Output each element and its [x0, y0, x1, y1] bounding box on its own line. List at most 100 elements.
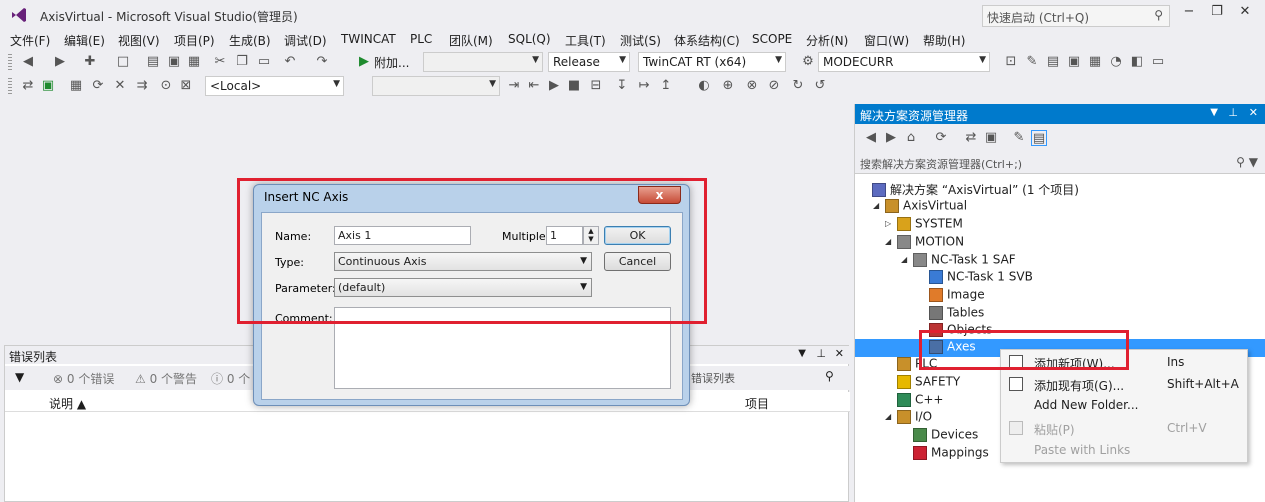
connect-icon[interactable]: ⇄ [20, 78, 36, 94]
cycle-back-icon[interactable]: ↺ [812, 78, 828, 94]
step-out-icon[interactable]: ↥ [658, 78, 674, 94]
target-system-combo[interactable]: MODECURR ▼ [818, 52, 990, 72]
toolbar-grip[interactable] [8, 78, 12, 94]
force-values-icon[interactable]: ⊗ [744, 78, 760, 94]
tree-item-task[interactable]: ◢ NC-Task 1 SAF [901, 252, 1016, 270]
console-icon[interactable]: ▭ [1150, 54, 1166, 70]
menu-file[interactable]: 文件(F) [10, 32, 50, 49]
configuration-combo[interactable]: Release ▼ [548, 52, 630, 72]
activate-config-icon[interactable]: ⊡ [1003, 54, 1019, 70]
scan-icon[interactable]: ▦ [1087, 54, 1103, 70]
expander-icon[interactable]: ▷ [885, 219, 897, 228]
copy-icon[interactable]: ❐ [234, 54, 250, 70]
refresh-icon[interactable]: ⟳ [90, 78, 106, 94]
tree-item-cpp[interactable]: C++ [885, 392, 944, 410]
step-over-icon[interactable]: ↦ [636, 78, 652, 94]
tree-item-io[interactable]: ◢ I/O [885, 409, 932, 427]
toolbar-grip[interactable] [8, 54, 12, 70]
tree-item-svb[interactable]: NC-Task 1 SVB [917, 269, 1033, 287]
refresh-icon[interactable]: ⇄ [963, 130, 979, 146]
reset-plc-icon[interactable]: ⊟ [588, 78, 604, 94]
attach-target-combo[interactable]: ▼ [423, 52, 543, 72]
properties-icon[interactable]: ✎ [1011, 130, 1027, 146]
menu-view[interactable]: 视图(V) [118, 32, 160, 49]
menu-team[interactable]: 团队(M) [449, 32, 493, 49]
local-target-combo[interactable]: <Local> ▼ [205, 76, 344, 96]
preview-icon[interactable]: ▤ [1031, 130, 1047, 146]
back-icon[interactable]: ◀ [863, 130, 879, 146]
flow-control-icon[interactable]: ◐ [696, 78, 712, 94]
pin-icon[interactable]: ⊥ [816, 347, 826, 360]
attach-label[interactable]: 附加... [374, 54, 409, 71]
new-project-icon[interactable]: ✚ [82, 54, 98, 70]
login-icon[interactable]: ▦ [68, 78, 84, 94]
error-list-search-input[interactable]: 错误列表 [691, 370, 735, 386]
column-project[interactable]: 项目 [745, 395, 769, 412]
expander-icon[interactable]: ◢ [885, 237, 897, 246]
context-menu-item[interactable]: 添加现有项(G)... Shift+Alt+A [1001, 374, 1247, 395]
run-mode-icon[interactable]: ▣ [1066, 54, 1082, 70]
menu-scope[interactable]: SCOPE [752, 32, 792, 46]
solution-explorer-search-input[interactable]: 搜索解决方案资源管理器(Ctrl+;) ⚲ ▼ [855, 152, 1265, 174]
logout-plc-icon[interactable]: ⇤ [526, 78, 542, 94]
write-values-icon[interactable]: ⊕ [720, 78, 736, 94]
menu-twincat[interactable]: TWINCAT [341, 32, 396, 46]
expander-icon[interactable]: ◢ [901, 255, 913, 264]
step-icon[interactable]: ⇉ [134, 78, 150, 94]
open-icon[interactable]: ▤ [145, 54, 161, 70]
format-icon[interactable]: ⊠ [178, 78, 194, 94]
filter-icon[interactable]: ▼ [15, 370, 24, 384]
tree-item-motion[interactable]: ◢ MOTION [885, 234, 964, 252]
platform-combo[interactable]: TwinCAT RT (x64) ▼ [638, 52, 786, 72]
collapse-all-icon[interactable]: ▣ [983, 130, 999, 146]
minimize-button[interactable]: − [1177, 4, 1201, 24]
expander-icon[interactable]: ◢ [873, 201, 885, 210]
menu-edit[interactable]: 编辑(E) [64, 32, 105, 49]
step-into-icon[interactable]: ↧ [614, 78, 630, 94]
menu-debug[interactable]: 调试(D) [284, 32, 327, 49]
tree-item-mappings[interactable]: Mappings [901, 445, 989, 463]
undo-icon[interactable]: ↶ [282, 54, 298, 70]
warning-filter-button[interactable]: ⚠ 0 个警告 [135, 370, 197, 387]
toggle-icon[interactable]: ◧ [1129, 54, 1145, 70]
save-all-icon[interactable]: ▦ [186, 54, 202, 70]
cycle-icon[interactable]: ↻ [790, 78, 806, 94]
context-menu-item[interactable]: Paste with Links [1001, 440, 1247, 461]
error-filter-button[interactable]: ⊗ 0 个错误 [53, 370, 114, 387]
start-icon[interactable]: ▶ [356, 54, 372, 70]
menu-window[interactable]: 窗口(W) [864, 32, 909, 49]
tree-item-solution[interactable]: 解决方案 “AxisVirtual” (1 个项目) [860, 181, 1079, 199]
sync-icon[interactable]: ⟳ [933, 130, 949, 146]
dropdown-icon[interactable]: ▼ [1210, 107, 1218, 118]
menu-architecture[interactable]: 体系结构(C) [674, 32, 740, 49]
restore-button[interactable]: ❐ [1205, 4, 1229, 24]
close-button[interactable]: ✕ [1233, 4, 1257, 24]
tree-item-devices[interactable]: Devices [901, 427, 978, 445]
tree-item-safety[interactable]: SAFETY [885, 374, 960, 392]
cut-icon[interactable]: ✂ [212, 54, 228, 70]
menu-test[interactable]: 测试(S) [620, 32, 661, 49]
save-icon[interactable]: ▣ [166, 54, 182, 70]
tree-item-project[interactable]: ◢ AxisVirtual [873, 198, 967, 216]
menu-analyze[interactable]: 分析(N) [806, 32, 848, 49]
close-icon[interactable]: ✕ [835, 347, 844, 360]
forward-icon[interactable]: ▶ [883, 130, 899, 146]
paste-icon[interactable]: ▭ [256, 54, 272, 70]
login-plc-icon[interactable]: ⇥ [506, 78, 522, 94]
watch-icon[interactable]: ⊙ [158, 78, 174, 94]
wrench-icon[interactable]: ✎ [1024, 54, 1040, 70]
menu-help[interactable]: 帮助(H) [923, 32, 965, 49]
tree-item-system[interactable]: ▷ SYSTEM [885, 216, 963, 234]
stop-plc-icon[interactable]: ■ [566, 78, 582, 94]
home-icon[interactable]: ⌂ [903, 130, 919, 146]
tree-item-tables[interactable]: Tables [917, 305, 984, 323]
dropdown-icon[interactable]: ▼ [798, 348, 806, 359]
plc-icon[interactable]: ▣ [40, 78, 56, 94]
message-filter-button[interactable]: ⓘ 0 个 [211, 370, 250, 387]
menu-project[interactable]: 项目(P) [174, 32, 215, 49]
quick-launch-input[interactable]: 快速启动 (Ctrl+Q) ⚲ [982, 5, 1170, 27]
project-combo[interactable]: ▼ [372, 76, 500, 96]
tree-item-image[interactable]: Image [917, 287, 985, 305]
back-icon[interactable]: ◀ [20, 54, 36, 70]
forward-icon[interactable]: ▶ [52, 54, 68, 70]
